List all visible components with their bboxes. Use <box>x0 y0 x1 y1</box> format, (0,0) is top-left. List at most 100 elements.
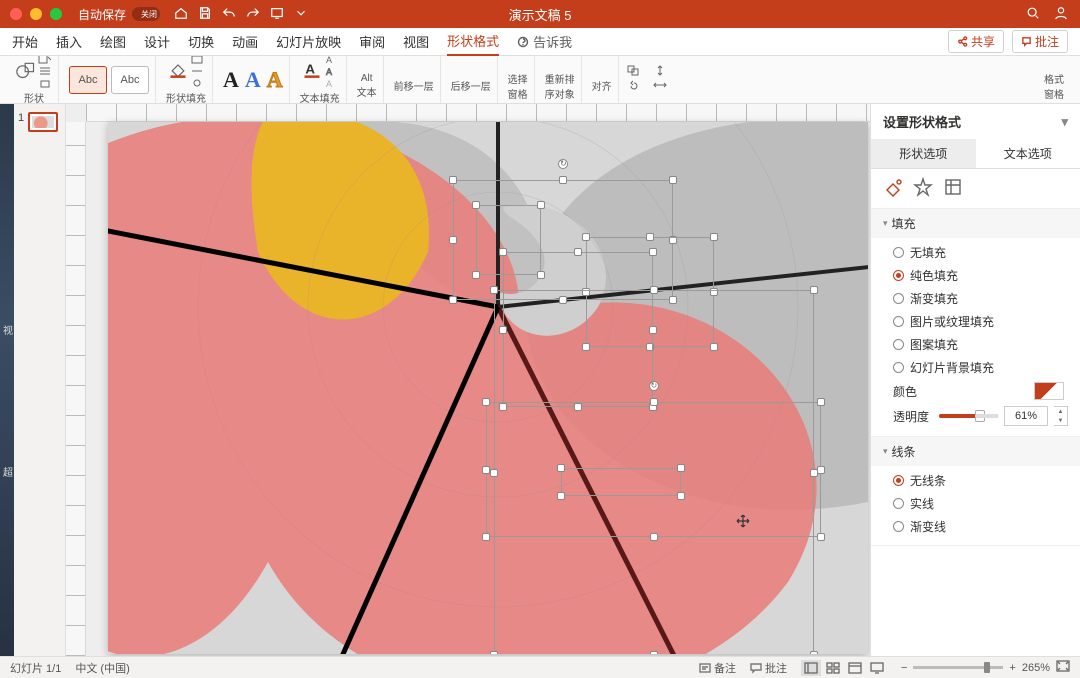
resize-handle[interactable] <box>472 201 480 209</box>
minimize-window[interactable] <box>30 8 42 20</box>
save-icon[interactable] <box>198 6 212 23</box>
fill-option-slide-bg[interactable]: 幻灯片背景填充 <box>893 359 1068 376</box>
resize-handle[interactable] <box>537 201 545 209</box>
undo-icon[interactable] <box>222 6 236 23</box>
show-icon[interactable] <box>270 6 284 23</box>
resize-handle[interactable] <box>650 286 658 294</box>
resize-handle[interactable] <box>817 533 825 541</box>
shape-edit-stack[interactable] <box>38 54 52 89</box>
resize-handle[interactable] <box>449 236 457 244</box>
reorder-group[interactable]: 重新排 序对象 <box>539 56 582 103</box>
notes-toggle[interactable]: 备注 <box>699 660 736 676</box>
zoom-in-button[interactable]: + <box>1009 662 1015 674</box>
text-fill-stack[interactable]: A A A <box>324 54 338 89</box>
resize-handle[interactable] <box>574 248 582 256</box>
pane-options-icon[interactable]: ▾ <box>1061 114 1068 130</box>
resize-handle[interactable] <box>650 651 658 654</box>
opacity-slider[interactable] <box>939 414 998 418</box>
opacity-value[interactable]: 61% <box>1004 406 1048 426</box>
resize-handle[interactable] <box>710 233 718 241</box>
share-button[interactable]: 共享 <box>948 30 1004 53</box>
slide[interactable] <box>108 122 868 654</box>
tab-animations[interactable]: 动画 <box>232 28 258 55</box>
shapes-icon[interactable] <box>16 60 36 83</box>
resize-handle[interactable] <box>649 248 657 256</box>
line-option-gradient[interactable]: 渐变线 <box>893 518 1068 535</box>
resize-handle[interactable] <box>482 398 490 406</box>
sorter-view-button[interactable] <box>823 660 843 676</box>
rotate-icon[interactable] <box>627 80 641 94</box>
height-icon[interactable] <box>653 65 667 79</box>
resize-handle[interactable] <box>482 466 490 474</box>
home-icon[interactable] <box>174 6 188 23</box>
fill-option-solid[interactable]: 纯色填充 <box>893 267 1068 284</box>
width-icon[interactable] <box>653 80 667 94</box>
normal-view-button[interactable] <box>801 660 821 676</box>
zoom-percent[interactable]: 265% <box>1022 662 1050 674</box>
group-icon[interactable] <box>627 65 641 79</box>
qat-dropdown-icon[interactable] <box>294 6 308 23</box>
style-preset-3[interactable]: Abc <box>111 66 149 94</box>
resize-handle[interactable] <box>817 398 825 406</box>
tab-shape-format[interactable]: 形状格式 <box>447 27 499 56</box>
paint-bucket-icon[interactable] <box>168 60 188 83</box>
format-pane-button[interactable]: 格式 窗格 <box>1038 56 1070 103</box>
style-preset-2[interactable]: Abc <box>69 66 107 94</box>
tab-transitions[interactable]: 切换 <box>188 28 214 55</box>
opacity-stepper[interactable]: ▲▼ <box>1054 406 1068 426</box>
text-fill-icon[interactable]: A <box>302 60 322 83</box>
thumbnail-1[interactable]: 1 <box>18 112 61 132</box>
size-category-icon[interactable] <box>943 177 963 200</box>
tell-me[interactable]: 告诉我 <box>517 32 572 51</box>
resize-handle[interactable] <box>490 651 498 654</box>
line-option-solid[interactable]: 实线 <box>893 495 1068 512</box>
resize-handle[interactable] <box>482 533 490 541</box>
resize-handle[interactable] <box>449 296 457 304</box>
resize-handle[interactable] <box>472 271 480 279</box>
resize-handle[interactable] <box>669 176 677 184</box>
tab-draw[interactable]: 绘图 <box>100 28 126 55</box>
fit-to-window-button[interactable] <box>1056 660 1070 675</box>
fill-option-no-fill[interactable]: 无填充 <box>893 244 1068 261</box>
wordart-a1[interactable]: A <box>223 67 239 93</box>
tab-slideshow[interactable]: 幻灯片放映 <box>276 28 341 55</box>
resize-handle[interactable] <box>810 651 818 654</box>
fill-color-picker[interactable] <box>1034 382 1064 400</box>
align-group[interactable]: 对齐 <box>586 56 619 103</box>
reading-view-button[interactable] <box>845 660 865 676</box>
slide-count[interactable]: 幻灯片 1/1 <box>10 660 61 676</box>
autosave-toggle[interactable]: 自动保存 关闭 <box>78 6 160 23</box>
resize-handle[interactable] <box>646 233 654 241</box>
close-window[interactable] <box>10 8 22 20</box>
resize-handle[interactable] <box>490 286 498 294</box>
slide-canvas[interactable] <box>66 104 870 656</box>
resize-handle[interactable] <box>559 176 567 184</box>
zoom-slider[interactable] <box>913 666 1003 669</box>
fill-option-pattern[interactable]: 图案填充 <box>893 336 1068 353</box>
effects-category-icon[interactable] <box>913 177 933 200</box>
resize-handle[interactable] <box>499 248 507 256</box>
resize-handle[interactable] <box>817 466 825 474</box>
wordart-a3[interactable]: A <box>267 67 283 93</box>
resize-handle[interactable] <box>449 176 457 184</box>
fill-option-picture[interactable]: 图片或纹理填充 <box>893 313 1068 330</box>
zoom-out-button[interactable]: − <box>901 662 907 674</box>
tab-insert[interactable]: 插入 <box>56 28 82 55</box>
selection-box-7[interactable] <box>494 290 814 654</box>
bring-forward-group[interactable]: 前移一层 <box>388 56 441 103</box>
comments-toggle[interactable]: 批注 <box>750 660 787 676</box>
tab-home[interactable]: 开始 <box>12 28 38 55</box>
fill-option-gradient[interactable]: 渐变填充 <box>893 290 1068 307</box>
account-icon[interactable] <box>1054 6 1068 23</box>
shape-options-tab[interactable]: 形状选项 <box>871 139 976 168</box>
fill-line-category-icon[interactable] <box>883 177 903 200</box>
resize-handle[interactable] <box>582 233 590 241</box>
shape-fill-stack[interactable] <box>190 54 204 89</box>
fill-section-header[interactable]: 填充 <box>871 209 1080 238</box>
tab-design[interactable]: 设计 <box>144 28 170 55</box>
tab-review[interactable]: 审阅 <box>359 28 385 55</box>
zoom-slider-thumb[interactable] <box>984 662 990 673</box>
rotation-handle[interactable] <box>558 159 568 169</box>
search-icon[interactable] <box>1026 6 1040 23</box>
redo-icon[interactable] <box>246 6 260 23</box>
